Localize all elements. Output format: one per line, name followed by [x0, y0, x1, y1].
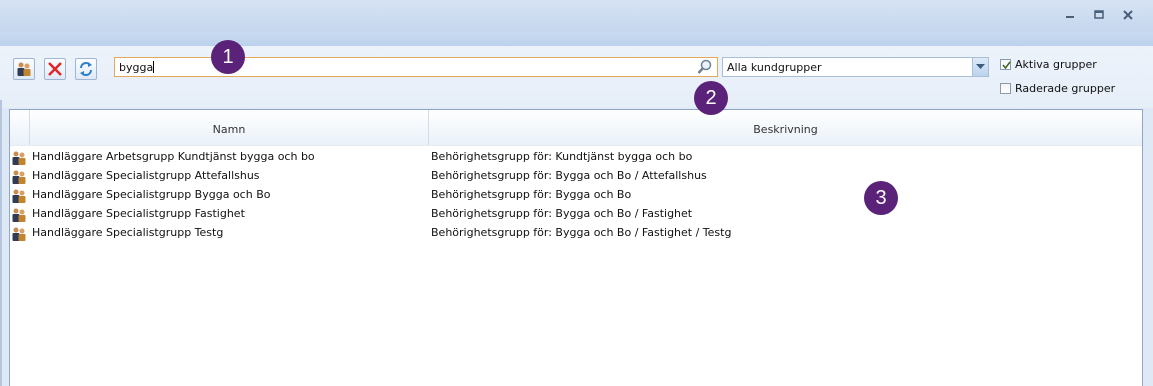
- search-input[interactable]: bygga: [114, 57, 718, 77]
- user-group-icon: [12, 189, 26, 203]
- text-caret: [153, 61, 155, 73]
- dropdown-button[interactable]: [972, 58, 988, 76]
- table-row[interactable]: Handläggare Specialistgrupp Bygga och Bo…: [10, 186, 1142, 205]
- row-name: Handläggare Specialistgrupp Bygga och Bo: [32, 188, 271, 201]
- delete-icon: [48, 62, 62, 76]
- left-edge: [0, 100, 2, 386]
- check-icon: [1002, 61, 1011, 70]
- callout-marker-1: 1: [211, 40, 245, 74]
- row-description: Behörighetsgrupp för: Bygga och Bo / Att…: [431, 169, 707, 182]
- restore-button[interactable]: [1090, 8, 1108, 22]
- deleted-groups-box[interactable]: [1000, 83, 1011, 94]
- minimize-icon: [1066, 16, 1074, 18]
- table-row[interactable]: Handläggare Specialistgrupp Testg Behöri…: [10, 224, 1142, 243]
- chevron-down-icon: [976, 64, 985, 69]
- user-group-icon: [12, 208, 26, 222]
- user-group-icon: [17, 62, 31, 76]
- user-group-icon: [12, 170, 26, 184]
- search-icon[interactable]: [697, 59, 713, 75]
- user-group-button[interactable]: [13, 58, 35, 80]
- row-name: Handläggare Specialistgrupp Attefallshus: [32, 169, 260, 182]
- close-icon: [1123, 10, 1133, 20]
- refresh-icon: [80, 62, 92, 76]
- ribbon-band: [0, 32, 1153, 46]
- row-indicator-header: [10, 110, 30, 145]
- callout-marker-3: 3: [864, 181, 898, 215]
- table-row[interactable]: Handläggare Arbetsgrupp Kundtjänst bygga…: [10, 148, 1142, 167]
- user-group-icon: [12, 151, 26, 165]
- active-groups-box[interactable]: [1000, 59, 1011, 70]
- delete-button[interactable]: [44, 58, 66, 80]
- customer-group-select[interactable]: Alla kundgrupper: [722, 57, 989, 77]
- table-row[interactable]: Handläggare Specialistgrupp Attefallshus…: [10, 167, 1142, 186]
- deleted-groups-label: Raderade grupper: [1015, 82, 1116, 95]
- row-description: Behörighetsgrupp för: Bygga och Bo / Fas…: [431, 226, 732, 239]
- refresh-button[interactable]: [75, 58, 97, 80]
- window-titlebar: [0, 0, 1153, 32]
- close-button[interactable]: [1119, 8, 1137, 22]
- column-header-name[interactable]: Namn: [30, 110, 429, 145]
- minimize-button[interactable]: [1061, 8, 1079, 22]
- row-description: Behörighetsgrupp för: Bygga och Bo: [431, 188, 632, 201]
- column-header-description-label: Beskrivning: [753, 123, 818, 136]
- restore-icon: [1094, 10, 1104, 19]
- column-header-description[interactable]: Beskrivning: [429, 110, 1142, 145]
- toolbar: [0, 46, 1153, 108]
- callout-marker-2: 2: [694, 81, 728, 115]
- grid-header: Namn Beskrivning: [10, 110, 1142, 146]
- row-name: Handläggare Specialistgrupp Fastighet: [32, 207, 245, 220]
- active-groups-label: Aktiva grupper: [1015, 58, 1097, 71]
- customer-group-value: Alla kundgrupper: [727, 61, 822, 74]
- row-description: Behörighetsgrupp för: Kundtjänst bygga o…: [431, 150, 693, 163]
- row-description: Behörighetsgrupp för: Bygga och Bo / Fas…: [431, 207, 693, 220]
- search-value: bygga: [119, 61, 154, 74]
- row-name: Handläggare Specialistgrupp Testg: [32, 226, 224, 239]
- column-header-name-label: Namn: [212, 123, 246, 136]
- table-row[interactable]: Handläggare Specialistgrupp Fastighet Be…: [10, 205, 1142, 224]
- row-name: Handläggare Arbetsgrupp Kundtjänst bygga…: [32, 150, 315, 163]
- user-group-icon: [12, 227, 26, 241]
- groups-grid: Namn Beskrivning Handläggare Arbetsgrupp…: [9, 109, 1143, 386]
